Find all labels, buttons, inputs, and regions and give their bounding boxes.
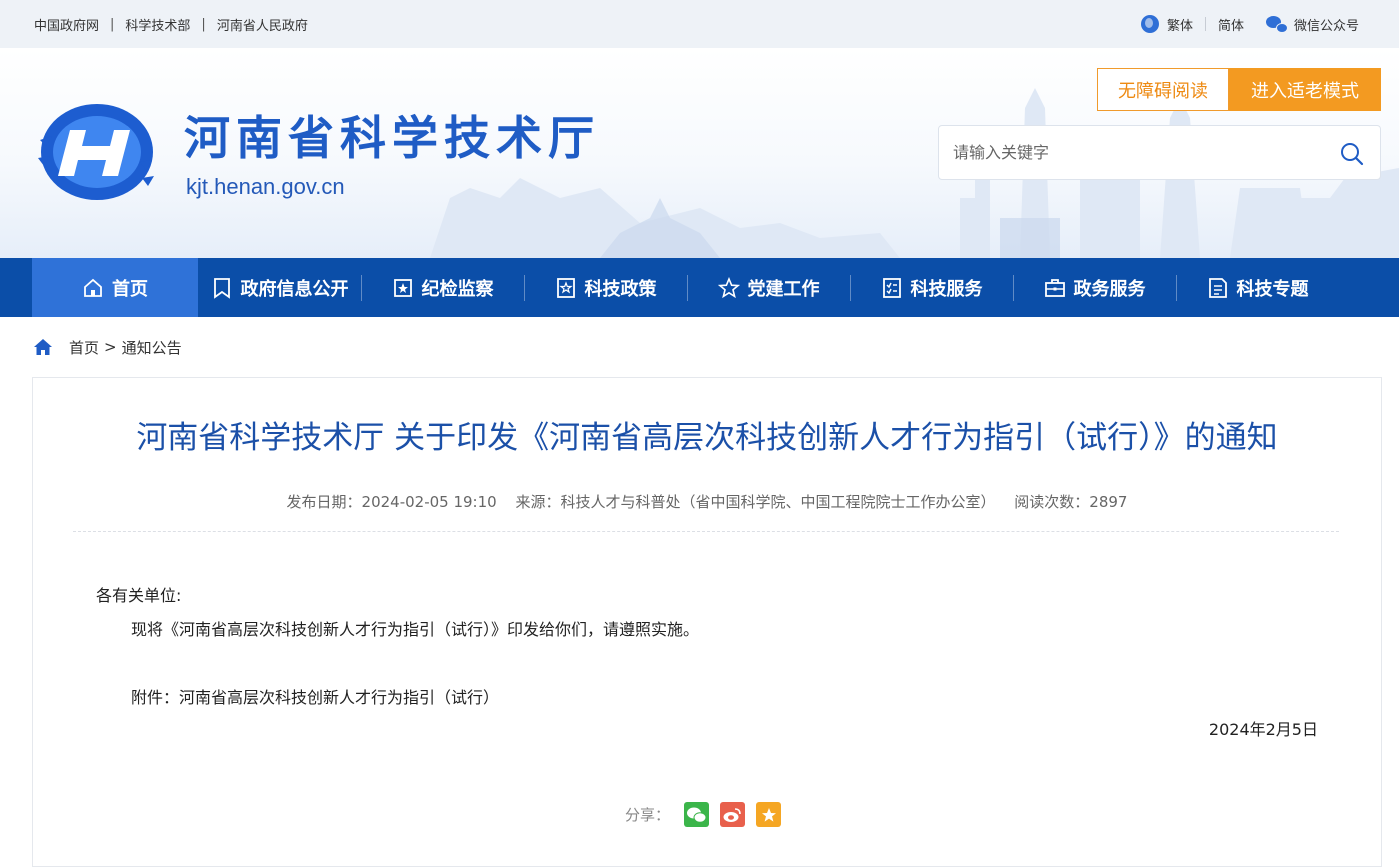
nav-label: 党建工作 xyxy=(747,278,820,300)
weibo-share-icon[interactable] xyxy=(720,802,746,827)
article-date: 2024年2月5日 xyxy=(1208,720,1318,739)
view-count: 阅读次数：2897 xyxy=(1014,493,1128,511)
share-bar: 分享： xyxy=(625,802,782,827)
nav-topics[interactable]: 科技专题 xyxy=(1176,258,1339,317)
external-links: 中国政府网 | 科学技术部 | 河南省人民政府 xyxy=(34,15,308,34)
globe-icon xyxy=(1140,15,1159,33)
badge-icon xyxy=(393,278,412,297)
site-header: 河南省科学技术厅 kjt.henan.gov.cn 无障碍阅读 进入适老模式 xyxy=(0,48,1399,258)
home-icon[interactable] xyxy=(34,339,52,355)
article-title: 河南省科学技术厅 关于印发《河南省高层次科技创新人才行为指引（试行）》的通知 xyxy=(136,420,1278,456)
breadcrumb-current[interactable]: 通知公告 xyxy=(122,337,182,358)
divider xyxy=(1204,17,1206,31)
wechat-official-account-link[interactable]: 微信公众号 xyxy=(1294,15,1359,34)
breadcrumb: 首页 > 通知公告 xyxy=(0,317,1399,377)
link-most[interactable]: 科学技术部 xyxy=(125,15,190,34)
weibo-share-glyph xyxy=(723,807,741,822)
accessibility-reading-button[interactable]: 无障碍阅读 xyxy=(1097,68,1229,111)
search-input[interactable] xyxy=(953,126,1333,179)
nav-sci-service[interactable]: 科技服务 xyxy=(850,258,1013,317)
document-star-icon xyxy=(556,277,575,298)
nav-label: 科技政策 xyxy=(584,278,657,300)
home-icon xyxy=(84,278,102,297)
divider xyxy=(73,531,1339,532)
share-label: 分享： xyxy=(625,806,671,824)
breadcrumb-home[interactable]: 首页 xyxy=(69,337,99,358)
henan-science-logo xyxy=(38,104,154,200)
nav-home[interactable]: 首页 xyxy=(32,258,198,317)
briefcase-icon xyxy=(1044,278,1065,297)
article-salutation: 各有关单位: xyxy=(96,586,182,605)
nav-discipline[interactable]: 纪检监察 xyxy=(361,258,524,317)
link-henan-gov[interactable]: 河南省人民政府 xyxy=(217,15,308,34)
nav-label: 科技专题 xyxy=(1236,278,1309,300)
article-attachment[interactable]: 附件：河南省高层次科技创新人才行为指引（试行） xyxy=(131,684,499,708)
nav-label: 政府信息公开 xyxy=(240,278,349,300)
publish-date: 发布日期：2024-02-05 19:10 xyxy=(286,493,497,511)
main-nav: 首页 政府信息公开 纪检监察 科技政策 党建工作 科技服务 政务服务 科技专题 xyxy=(0,258,1399,317)
article-source: 来源：科技人才与科普处（省中国科学院、中国工程院院士工作办公室） xyxy=(515,493,996,511)
link-separator: | xyxy=(201,16,206,32)
nav-label: 纪检监察 xyxy=(421,278,494,300)
site-name: 河南省科学技术厅 xyxy=(184,111,600,165)
link-gov-cn[interactable]: 中国政府网 xyxy=(34,15,99,34)
traditional-chinese-toggle[interactable]: 繁体 xyxy=(1167,15,1193,34)
search-box xyxy=(938,125,1381,180)
checklist-icon xyxy=(882,277,901,298)
nav-label: 科技服务 xyxy=(910,278,983,300)
bookmark-icon xyxy=(213,277,230,299)
wechat-share-glyph xyxy=(687,807,707,823)
nav-policy[interactable]: 科技政策 xyxy=(524,258,687,317)
top-utility-bar: 中国政府网 | 科学技术部 | 河南省人民政府 繁体 简体 微信公众号 xyxy=(0,0,1399,48)
article-meta: 发布日期：2024-02-05 19:10 来源：科技人才与科普处（省中国科学院… xyxy=(33,491,1381,512)
site-domain: kjt.henan.gov.cn xyxy=(186,174,345,199)
file-list-icon xyxy=(1208,277,1227,298)
language-and-social: 繁体 简体 微信公众号 xyxy=(1140,15,1359,34)
article-panel: 河南省科学技术厅 关于印发《河南省高层次科技创新人才行为指引（试行）》的通知 发… xyxy=(32,377,1382,867)
elder-mode-button[interactable]: 进入适老模式 xyxy=(1229,68,1381,111)
article-body: 现将《河南省高层次科技创新人才行为指引（试行）》印发给你们，请遵照实施。 xyxy=(131,620,700,639)
nav-label: 政务服务 xyxy=(1073,278,1146,300)
wechat-share-icon[interactable] xyxy=(684,802,710,827)
nav-gov-info[interactable]: 政府信息公开 xyxy=(198,258,361,317)
nav-gov-service[interactable]: 政务服务 xyxy=(1013,258,1176,317)
simplified-chinese-toggle[interactable]: 简体 xyxy=(1218,15,1244,34)
wechat-icon xyxy=(1265,15,1288,33)
search-icon[interactable] xyxy=(1340,142,1364,166)
star-icon xyxy=(761,807,776,822)
favorite-share-icon[interactable] xyxy=(756,802,782,827)
nav-label: 首页 xyxy=(112,278,148,300)
nav-party[interactable]: 党建工作 xyxy=(687,258,850,317)
star-icon xyxy=(717,276,740,298)
link-separator: | xyxy=(110,16,115,32)
breadcrumb-separator: > xyxy=(104,338,117,356)
reading-mode-buttons: 无障碍阅读 进入适老模式 xyxy=(1097,68,1381,111)
